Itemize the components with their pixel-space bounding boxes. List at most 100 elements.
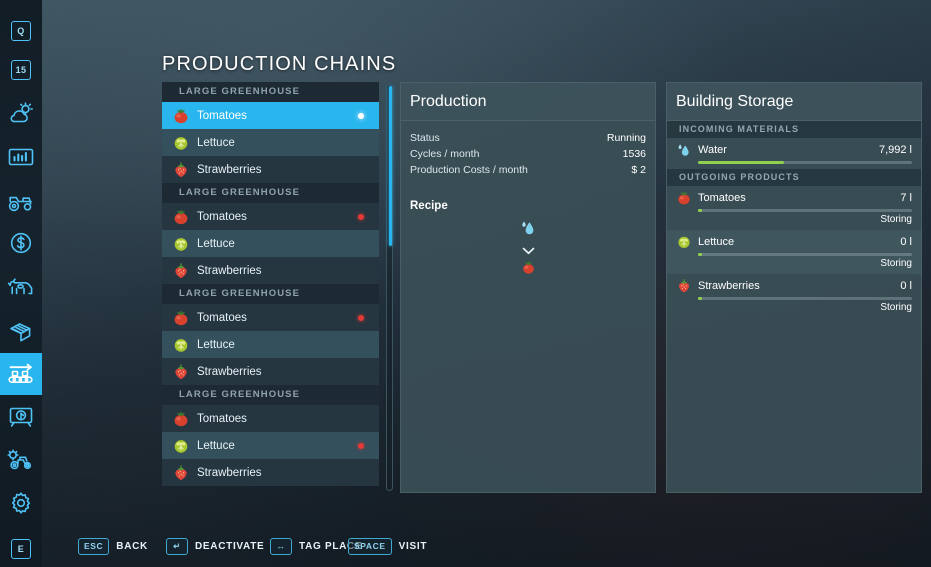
stat-row: Status Running: [401, 130, 655, 146]
calendar-icon-label: 15: [11, 60, 31, 80]
chain-row-tomatoes-4[interactable]: Tomatoes: [162, 405, 379, 432]
chain-row-label: Strawberries: [197, 264, 262, 277]
chain-group-header: LARGE GREENHOUSE: [162, 284, 379, 304]
tomato-icon: [521, 260, 536, 280]
chain-row-strawberries-1[interactable]: Strawberries: [162, 156, 379, 183]
stat-row: Production Costs / month $ 2: [401, 162, 655, 178]
fill-level-bar: [698, 209, 912, 212]
construction-icon[interactable]: [0, 396, 42, 438]
production-status-dot: [358, 369, 364, 375]
vehicles-icon[interactable]: [0, 181, 42, 223]
list-scrollbar-thumb[interactable]: [389, 86, 392, 246]
chain-row-label: Tomatoes: [197, 210, 247, 223]
hint-keycap: ESC: [78, 537, 110, 555]
material-status: Storing: [880, 258, 912, 269]
material-status: Storing: [880, 214, 912, 225]
incoming-material-row: Water 7,992 l: [667, 138, 921, 169]
chain-row-strawberries-3[interactable]: Strawberries: [162, 358, 379, 385]
chain-row-strawberries-4[interactable]: Strawberries: [162, 459, 379, 486]
outgoing-products-header: OUTGOING PRODUCTS: [667, 169, 921, 186]
fill-level-bar-value: [698, 253, 703, 256]
outgoing-product-row: Lettuce 0 l Storing: [667, 230, 921, 274]
tomato-icon: [172, 410, 190, 428]
water-drop-icon: [676, 142, 692, 158]
outgoing-product-row: Tomatoes 7 l Storing: [667, 186, 921, 230]
outgoing-products-list: Tomatoes 7 l Storing Lettuce 0 l Storing Straw…: [667, 186, 921, 318]
strawberry-icon: [172, 464, 190, 482]
chain-group-header: LARGE GREENHOUSE: [162, 183, 379, 203]
chain-row-label: Lettuce: [197, 439, 235, 452]
material-amount: 7 l: [900, 192, 912, 204]
material-name: Strawberries: [698, 280, 760, 292]
chain-row-label: Strawberries: [197, 365, 262, 378]
lettuce-icon: [676, 234, 692, 250]
hint-keycap: ↵: [166, 537, 188, 555]
production-chains-icon[interactable]: [0, 353, 42, 395]
weather-icon[interactable]: [0, 92, 42, 134]
animals-icon[interactable]: [0, 266, 42, 308]
page-title: PRODUCTION CHAINS: [162, 53, 397, 75]
chain-row-label: Lettuce: [197, 338, 235, 351]
chain-row-lettuce-2[interactable]: Lettuce: [162, 230, 379, 257]
calendar-icon[interactable]: 15: [0, 49, 42, 91]
hint-action-label: DEACTIVATE: [195, 540, 265, 552]
left-sidebar: Q 15 E: [0, 0, 42, 567]
strawberry-icon: [172, 161, 190, 179]
production-status-dot: [358, 140, 364, 146]
production-chain-list[interactable]: LARGE GREENHOUSE Tomatoes Lettuce Strawberr…: [162, 82, 379, 493]
list-scrollbar-track[interactable]: [386, 84, 393, 491]
bottom-hint-bar: ESC BACK ↵ DEACTIVATE ↔ TAG PLACE SPACE VISIT: [0, 525, 931, 567]
quests-icon-label: Q: [11, 21, 31, 41]
production-status-dot: [358, 213, 364, 220]
chain-row-label: Tomatoes: [197, 412, 247, 425]
tomato-icon: [676, 190, 692, 206]
tomato-icon: [172, 208, 190, 226]
chain-row-label: Tomatoes: [197, 311, 247, 324]
chain-row-strawberries-2[interactable]: Strawberries: [162, 257, 379, 284]
chain-row-tomatoes-1[interactable]: Tomatoes: [162, 102, 379, 129]
chain-row-label: Tomatoes: [197, 109, 247, 122]
recipe-flow: [401, 220, 655, 280]
incoming-materials-list: Water 7,992 l: [667, 138, 921, 169]
chain-row-lettuce-4[interactable]: Lettuce: [162, 432, 379, 459]
settings-icon[interactable]: [0, 482, 42, 524]
hint-deactivate[interactable]: ↵ DEACTIVATE: [166, 537, 265, 555]
stat-value: Running: [606, 132, 646, 144]
hint-back[interactable]: ESC BACK: [78, 537, 148, 555]
hint-keycap: SPACE: [348, 537, 392, 555]
chain-row-lettuce-3[interactable]: Lettuce: [162, 331, 379, 358]
stat-value: 1536: [622, 148, 646, 160]
strawberry-icon: [172, 363, 190, 381]
hint-action-label: VISIT: [398, 540, 428, 552]
finances-icon[interactable]: [0, 222, 42, 264]
production-status-dot: [358, 241, 364, 247]
statistics-icon[interactable]: [0, 136, 42, 178]
material-status: Storing: [880, 302, 912, 313]
stat-value: $ 2: [631, 164, 646, 176]
chain-row-label: Lettuce: [197, 136, 235, 149]
lettuce-icon: [172, 437, 190, 455]
material-header: Water 7,992 l: [676, 142, 912, 158]
contracts-icon[interactable]: [0, 311, 42, 353]
production-status-dot: [358, 342, 364, 348]
hint-action-label: BACK: [116, 540, 148, 552]
ai-workers-icon[interactable]: [0, 439, 42, 481]
chevron-down-icon: [522, 246, 535, 256]
production-status-dot: [358, 268, 364, 274]
strawberry-icon: [172, 262, 190, 280]
material-amount: 7,992 l: [878, 144, 912, 156]
recipe-label: Recipe: [410, 200, 448, 212]
quests-icon[interactable]: Q: [0, 10, 42, 52]
fill-level-bar-value: [698, 161, 784, 164]
hint-visit[interactable]: SPACE VISIT: [348, 537, 428, 555]
chain-row-tomatoes-2[interactable]: Tomatoes: [162, 203, 379, 230]
fill-level-bar: [698, 161, 912, 164]
fill-level-bar-value: [698, 209, 703, 212]
production-status-dot: [358, 470, 364, 476]
chain-row-tomatoes-3[interactable]: Tomatoes: [162, 304, 379, 331]
production-panel-title: Production: [401, 83, 655, 121]
chain-row-lettuce-1[interactable]: Lettuce: [162, 129, 379, 156]
incoming-materials-header: INCOMING MATERIALS: [667, 121, 921, 138]
stat-label: Production Costs / month: [410, 164, 528, 176]
lettuce-icon: [172, 336, 190, 354]
